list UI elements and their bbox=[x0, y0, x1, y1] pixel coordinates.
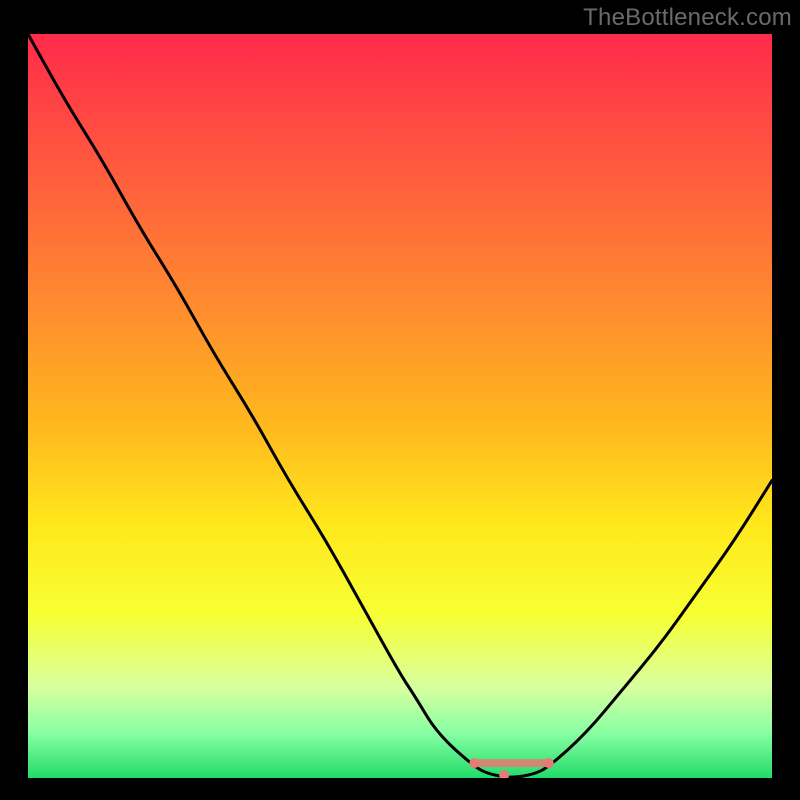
chart-svg bbox=[28, 34, 772, 778]
watermark-text: TheBottleneck.com bbox=[583, 4, 792, 32]
marker-dot bbox=[544, 758, 554, 768]
marker-dot bbox=[469, 758, 479, 768]
gradient-background bbox=[28, 34, 772, 778]
chart-plot-area bbox=[28, 34, 772, 778]
chart-container: TheBottleneck.com bbox=[0, 0, 800, 800]
